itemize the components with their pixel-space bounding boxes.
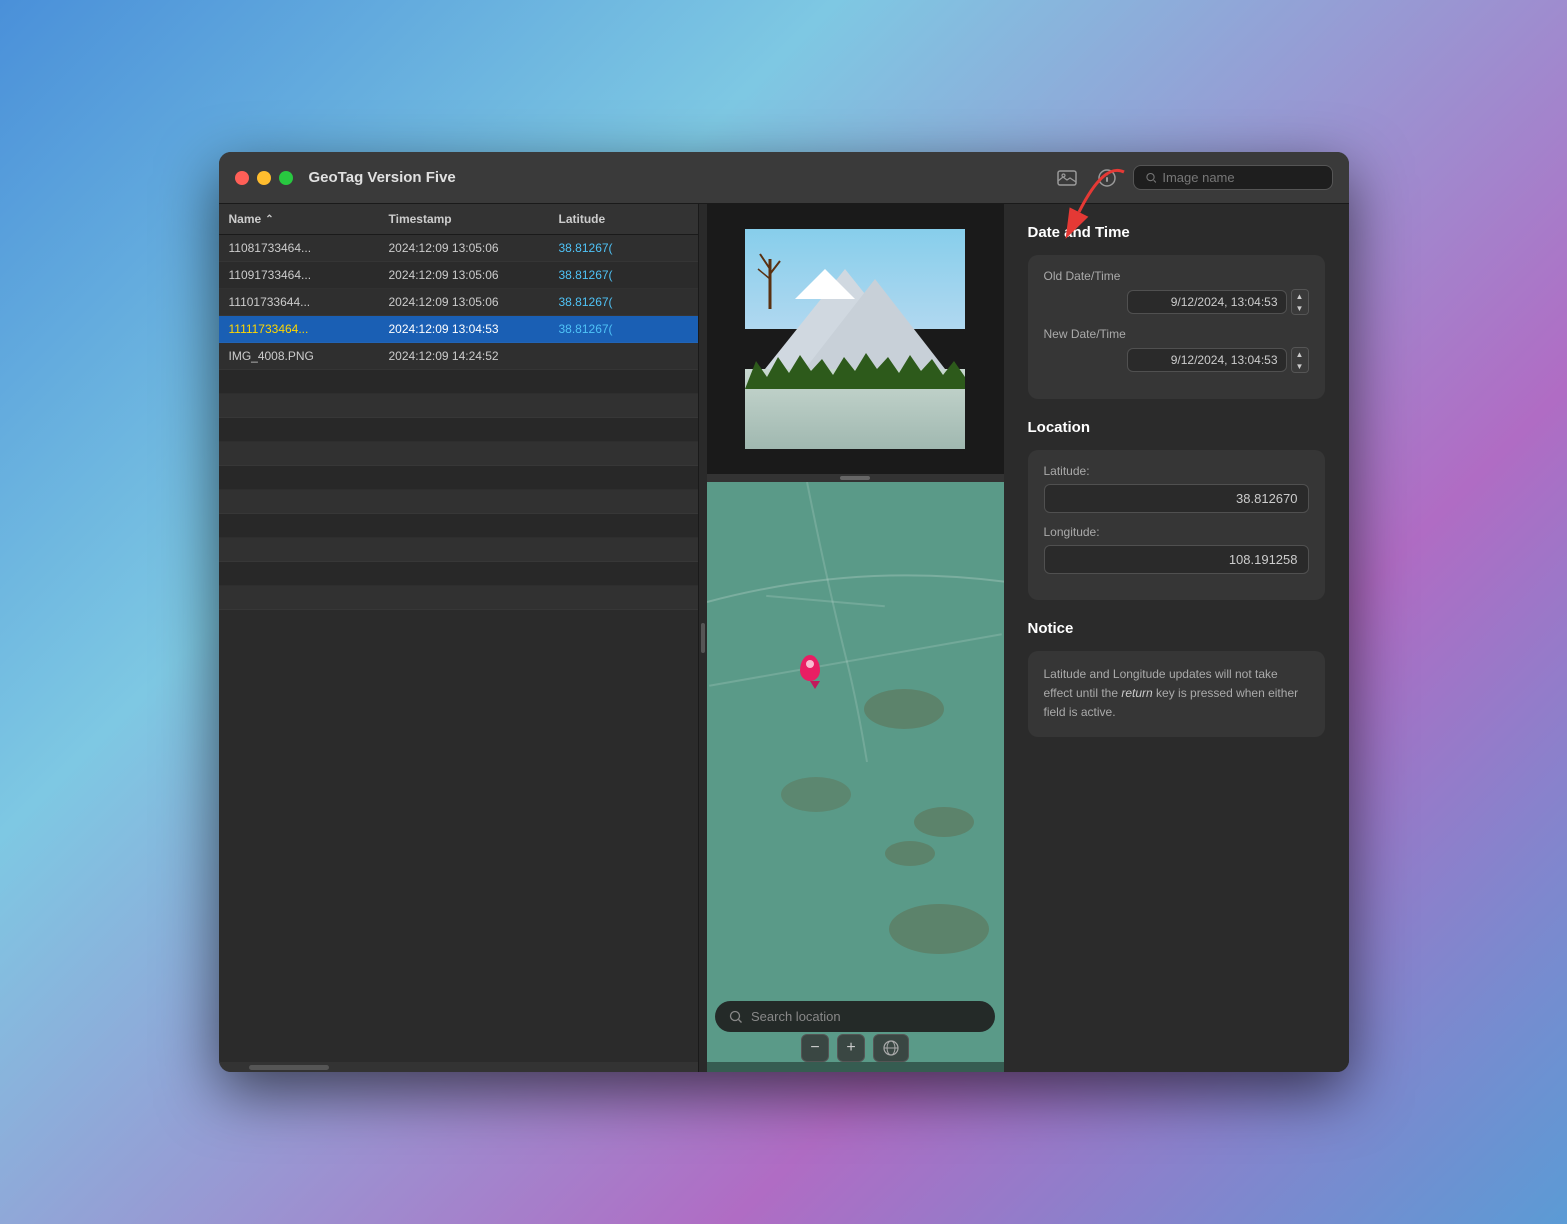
empty-row [219,514,698,538]
preview-area: − + [707,204,1004,1072]
new-datetime-input-row: ▲ ▼ [1044,347,1309,373]
stepper-up[interactable]: ▲ [1292,290,1308,302]
table-row[interactable]: IMG_4008.PNG 2024:12:09 14:24:52 [219,343,698,370]
empty-row [219,562,698,586]
minimize-button[interactable] [257,171,271,185]
map-terrain [914,807,974,837]
empty-row [219,586,698,610]
table-row[interactable]: 11101733644... 2024:12:09 13:05:06 38.81… [219,289,698,316]
app-title: GeoTag Version Five [309,169,1045,186]
notice-box: Latitude and Longitude updates will not … [1028,651,1325,737]
left-panel: Name ⌃ Timestamp Latitude 11081733464...… [219,204,699,1072]
vertical-resize-handle[interactable] [707,474,1004,482]
empty-row [219,442,698,466]
col-name-header: Name ⌃ [219,210,379,228]
latitude-label: Latitude: [1044,464,1309,478]
old-datetime-stepper[interactable]: ▲ ▼ [1291,289,1309,315]
old-datetime-input[interactable] [1127,290,1287,314]
date-time-title: Date and Time [1028,224,1325,241]
new-datetime-label: New Date/Time [1044,327,1309,341]
search-icon [1146,172,1157,184]
longitude-input[interactable] [1044,545,1309,574]
stepper-down[interactable]: ▼ [1292,302,1308,314]
map-terrain [781,777,851,812]
empty-row [219,538,698,562]
new-datetime-field: New Date/Time ▲ ▼ [1044,327,1309,373]
latitude-field: Latitude: [1044,464,1309,513]
photo-thumbnail [745,229,965,449]
table-row-selected[interactable]: 11111733464... 2024:12:09 13:04:53 38.81… [219,316,698,343]
empty-row [219,466,698,490]
map-terrain [889,904,989,954]
longitude-field: Longitude: [1044,525,1309,574]
map-paths [707,482,1004,1072]
file-list-header: Name ⌃ Timestamp Latitude [219,204,698,235]
longitude-label: Longitude: [1044,525,1309,539]
photo-preview [707,204,1004,474]
new-datetime-stepper[interactable]: ▲ ▼ [1291,347,1309,373]
location-section: Location Latitude: Longitude: [1028,419,1325,600]
location-box: Latitude: Longitude: [1028,450,1325,600]
scroll-thumb [249,1065,329,1070]
image-search[interactable] [1133,165,1333,190]
location-title: Location [1028,419,1325,436]
photo-icon[interactable] [1053,164,1081,192]
empty-row [219,370,698,394]
map-search-input[interactable] [751,1009,981,1024]
date-time-box: Old Date/Time ▲ ▼ New Date/Time [1028,255,1325,399]
info-icon[interactable] [1093,164,1121,192]
stepper-down[interactable]: ▼ [1292,360,1308,372]
map-terrain [864,689,944,729]
old-datetime-input-row: ▲ ▼ [1044,289,1309,315]
image-search-input[interactable] [1162,170,1319,185]
main-content: Name ⌃ Timestamp Latitude 11081733464...… [219,204,1349,1072]
right-panel: Date and Time Old Date/Time ▲ ▼ [1004,204,1349,1072]
titlebar: GeoTag Version Five [219,152,1349,204]
map-terrain [885,841,935,866]
map-search-bar[interactable] [715,1001,995,1032]
map-type-button[interactable] [873,1034,909,1062]
col-timestamp-header: Timestamp [379,210,549,228]
latitude-input[interactable] [1044,484,1309,513]
map-bottom-strip [707,1062,1004,1072]
table-row[interactable]: 11091733464... 2024:12:09 13:05:06 38.81… [219,262,698,289]
empty-row [219,418,698,442]
table-row[interactable]: 11081733464... 2024:12:09 13:05:06 38.81… [219,235,698,262]
date-time-section: Date and Time Old Date/Time ▲ ▼ [1028,224,1325,399]
map-controls: − + [801,1034,909,1062]
zoom-in-button[interactable]: + [837,1034,865,1062]
map-area[interactable]: − + [707,482,1004,1072]
map-pin [800,655,820,689]
old-datetime-label: Old Date/Time [1044,269,1309,283]
vertical-divider[interactable] [699,204,707,1072]
traffic-lights [235,171,293,185]
map-background: − + [707,482,1004,1072]
notice-title: Notice [1028,620,1325,637]
old-datetime-field: Old Date/Time ▲ ▼ [1044,269,1309,315]
zoom-out-button[interactable]: − [801,1034,829,1062]
notice-text: Latitude and Longitude updates will not … [1044,665,1309,723]
horizontal-scrollbar[interactable] [219,1062,698,1072]
new-datetime-input[interactable] [1127,348,1287,372]
notice-section: Notice Latitude and Longitude updates wi… [1028,620,1325,737]
resize-handle [701,623,705,653]
divider-thumb [840,476,870,480]
empty-row [219,394,698,418]
col-latitude-header: Latitude [549,210,669,228]
close-button[interactable] [235,171,249,185]
maximize-button[interactable] [279,171,293,185]
stepper-up[interactable]: ▲ [1292,348,1308,360]
map-search-icon [729,1010,743,1024]
empty-row [219,490,698,514]
file-list: Name ⌃ Timestamp Latitude 11081733464...… [219,204,698,1072]
titlebar-icons [1053,164,1333,192]
file-rows: 11081733464... 2024:12:09 13:05:06 38.81… [219,235,698,1062]
